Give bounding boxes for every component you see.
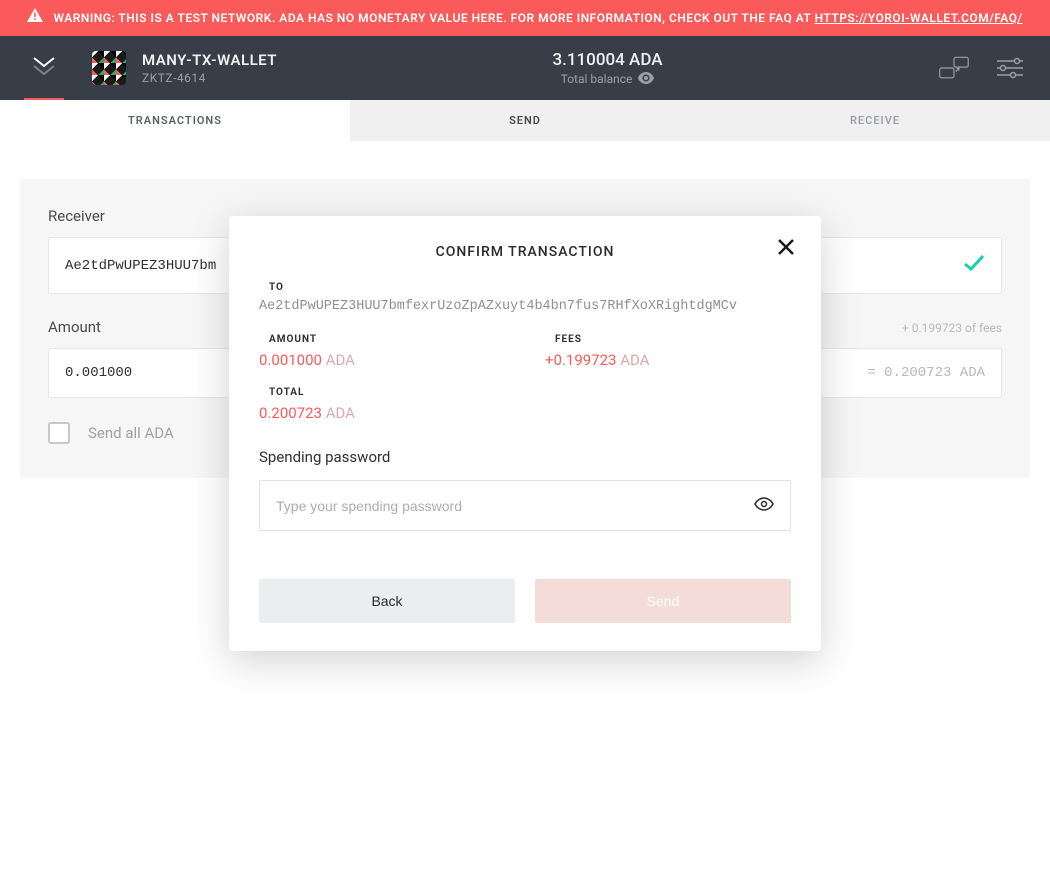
close-icon[interactable] (777, 238, 795, 260)
amount-label: Amount (48, 318, 101, 336)
send-all-label: Send all ADA (88, 424, 174, 442)
send-all-checkbox[interactable] (48, 422, 70, 444)
balance-label: Total balance (552, 72, 662, 87)
app-logo-icon[interactable] (24, 48, 64, 88)
spending-password-input-wrap (259, 480, 791, 531)
total-label-modal: TOTAL (269, 387, 791, 398)
amount-total-hint: = 0.200723 ADA (867, 365, 985, 381)
wallet-identicon-icon (92, 51, 126, 85)
balance-amount: 3.110004 ADA (552, 50, 662, 70)
amount-value: 0.001000 (65, 365, 132, 381)
eye-icon[interactable] (754, 496, 774, 515)
fees-hint: + 0.199723 of fees (902, 321, 1002, 335)
warning-icon (27, 8, 43, 28)
to-address: Ae2tdPwUPEZ3HUU7bmfexrUzoZpAZxuyt4b4bn7f… (259, 299, 791, 314)
app-header: MANY-TX-WALLET ZKTZ-4614 3.110004 ADA To… (0, 36, 1050, 100)
fees-value-modal: +0.199723 ADA (545, 351, 791, 369)
spending-password-input[interactable] (276, 498, 754, 514)
wallet-id: ZKTZ-4614 (142, 71, 277, 85)
total-value-modal: 0.200723 ADA (259, 404, 791, 422)
warning-faq-link[interactable]: HTTPS://YOROI-WALLET.COM/FAQ/ (815, 11, 1023, 25)
transfer-icon[interactable] (938, 52, 970, 84)
tab-transactions[interactable]: TRANSACTIONS (0, 100, 350, 141)
warning-text: WARNING: THIS IS A TEST NETWORK. ADA HAS… (53, 9, 1022, 28)
amount-label-modal: AMOUNT (269, 334, 505, 345)
balance-block: 3.110004 ADA Total balance (552, 50, 662, 87)
confirm-transaction-modal: CONFIRM TRANSACTION TO Ae2tdPwUPEZ3HUU7b… (229, 216, 821, 651)
fees-label-modal: FEES (555, 334, 791, 345)
receiver-value: Ae2tdPwUPEZ3HUU7bm (65, 258, 216, 274)
eye-icon[interactable] (638, 72, 654, 87)
checkmark-icon (963, 254, 985, 277)
modal-title: CONFIRM TRANSACTION (259, 244, 791, 260)
settings-icon[interactable] (994, 52, 1026, 84)
send-button[interactable]: Send (535, 579, 791, 623)
tab-receive[interactable]: RECEIVE (700, 100, 1050, 141)
wallet-info: MANY-TX-WALLET ZKTZ-4614 (142, 51, 277, 85)
to-label: TO (269, 282, 791, 293)
warning-bar: WARNING: THIS IS A TEST NETWORK. ADA HAS… (0, 0, 1050, 36)
back-button[interactable]: Back (259, 579, 515, 623)
wallet-tabs: TRANSACTIONS SEND RECEIVE (0, 100, 1050, 141)
wallet-name: MANY-TX-WALLET (142, 51, 277, 69)
tab-send[interactable]: SEND (350, 100, 700, 141)
amount-value-modal: 0.001000 ADA (259, 351, 505, 369)
spending-password-label: Spending password (259, 448, 791, 466)
